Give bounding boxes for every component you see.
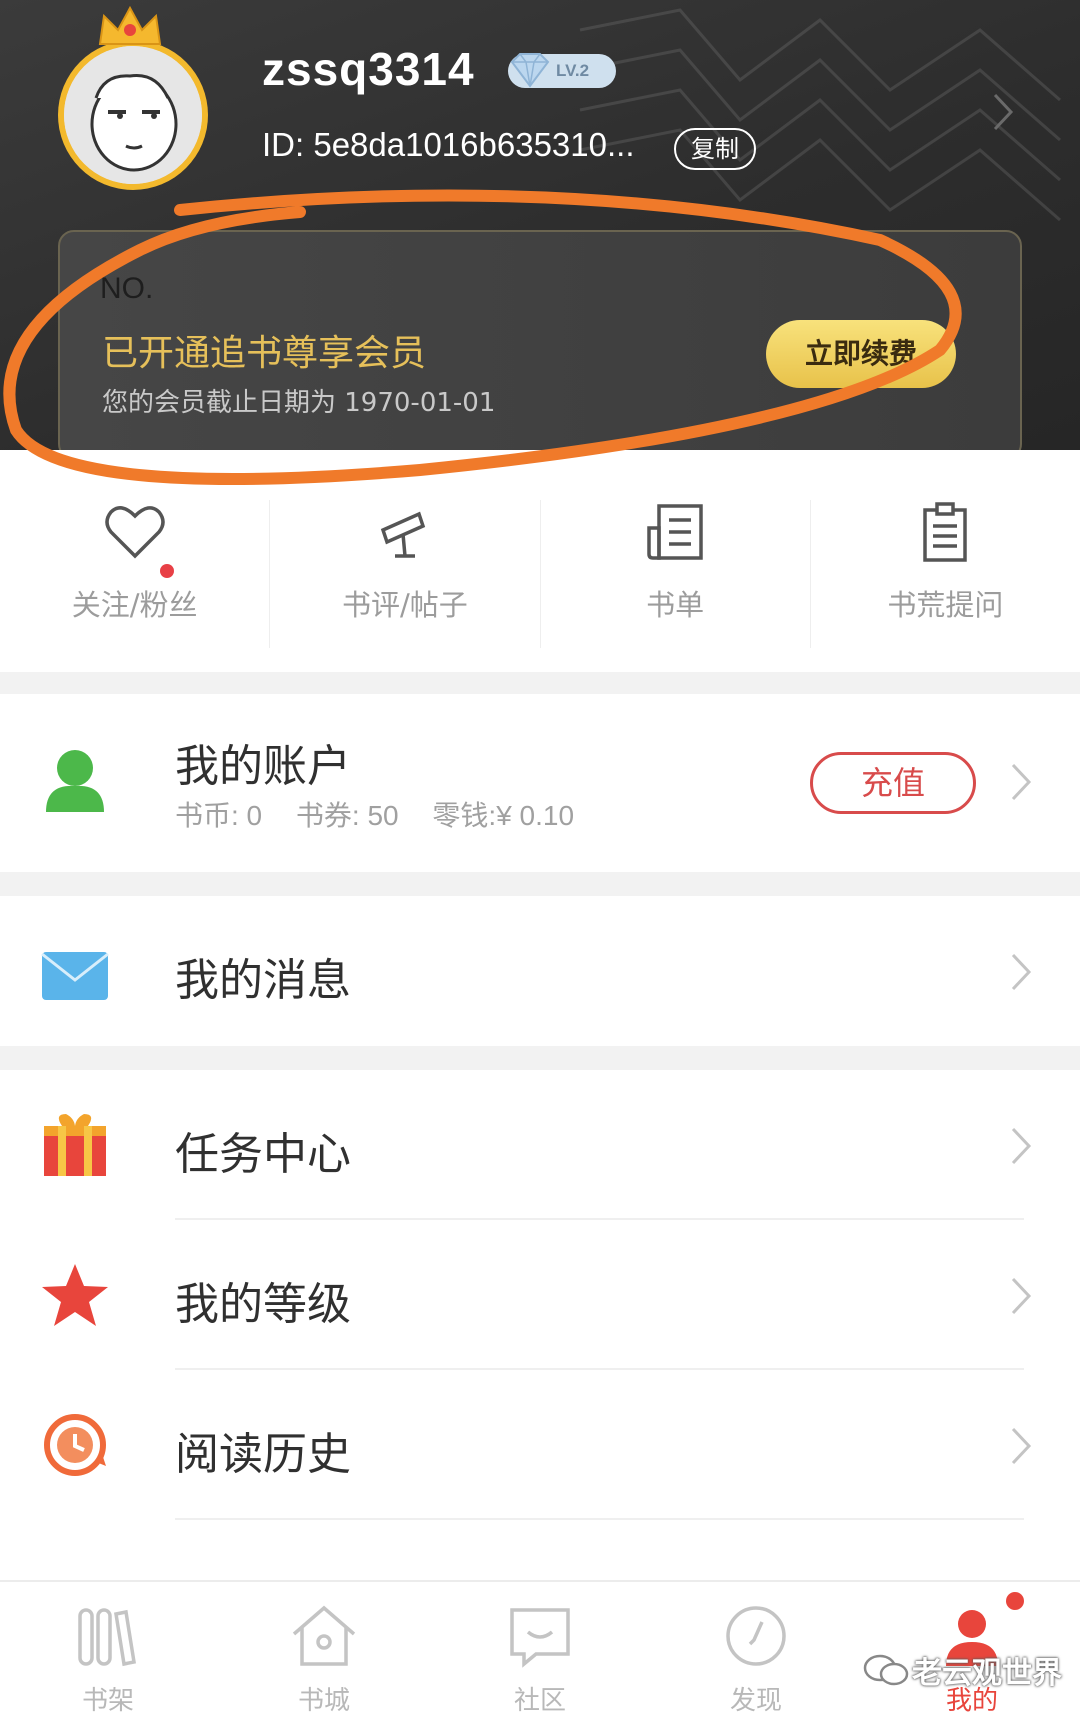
vip-title: 已开通追书尊享会员 [102,333,427,374]
task-center-title: 任务中心 [175,1129,351,1180]
gift-icon [44,1114,106,1176]
coins-balance: 书币: 0 [175,800,263,831]
nav-bookstore[interactable]: 书城 [216,1582,432,1718]
chat-icon [510,1608,570,1668]
nav-label: 书架 [81,1686,134,1716]
recharge-button[interactable]: 充值 [810,752,976,814]
notification-dot [1006,1592,1024,1610]
clipboard-icon [923,502,968,562]
user-account-icon [46,750,104,812]
clock-history-icon [44,1414,106,1476]
wechat-icon [863,1654,909,1686]
vouchers-balance: 书券: 50 [295,800,399,831]
account-title: 我的账户 [175,741,351,792]
account-balances: 书币: 0 书券: 50 零钱:¥ 0.10 [175,794,600,834]
messages-card: 我的消息 [0,896,1080,1046]
chevron-right-icon [1011,1277,1032,1315]
messages-row[interactable]: 我的消息 [0,896,1080,1046]
reading-history-row[interactable]: 阅读历史 [0,1370,1080,1520]
row-divider [175,1518,1024,1520]
compass-icon [726,1606,786,1666]
nav-bookshelf[interactable]: 书架 [0,1582,216,1718]
nav-community[interactable]: 社区 [432,1582,648,1718]
my-level-row[interactable]: 我的等级 [0,1220,1080,1370]
user-id: ID: 5e8da1016b635310... [262,126,635,163]
crown-icon [98,5,162,45]
avatar[interactable] [58,40,208,190]
vip-number-label: NO. [100,272,154,305]
profile-header: zssq3314 LV.2 ID: 5e8da1016b635310... 复制… [0,0,1080,450]
profile-page: zssq3314 LV.2 ID: 5e8da1016b635310... 复制… [0,0,1080,1718]
nav-discover[interactable]: 发现 [648,1582,864,1718]
bookshelf-icon [78,1608,136,1667]
mail-icon [41,952,109,1000]
renew-button[interactable]: 立即续费 [766,320,956,388]
quick-link-reviews-posts[interactable]: 书评/帖子 [270,500,541,648]
chevron-right-icon [1011,953,1032,991]
quick-link-label: 关注/粉丝 [71,588,198,622]
quick-link-book-request[interactable]: 书荒提问 [811,500,1080,648]
nav-label: 社区 [513,1686,566,1716]
chevron-right-icon[interactable] [992,92,1014,132]
chevron-right-icon [1011,1127,1032,1165]
sheep-avatar-icon [64,46,202,184]
quick-link-label: 书单 [646,588,705,622]
quick-link-label: 书评/帖子 [341,588,468,622]
megaphone-icon [380,511,426,558]
chevron-right-icon [1011,1427,1032,1465]
change-balance: 零钱:¥ 0.10 [432,800,575,831]
quick-link-label: 书荒提问 [887,588,1004,622]
reading-history-title: 阅读历史 [175,1429,351,1480]
home-icon [292,1605,356,1666]
quick-link-follow-fans[interactable]: 关注/粉丝 [0,500,271,648]
quick-link-booklist[interactable]: 书单 [541,500,811,648]
username: zssq3314 [262,43,475,95]
watermark-text: 老云观世界 [912,1656,1062,1691]
my-level-title: 我的等级 [175,1279,351,1330]
messages-title: 我的消息 [175,955,351,1006]
quick-links-row: 关注/粉丝 书评/帖子 书单 书荒提问 [0,450,1080,672]
vip-membership-card[interactable]: NO. 已开通追书尊享会员 您的会员截止日期为 1970-01-01 立即续费 [58,230,1022,450]
star-icon [42,1264,108,1326]
vip-expiry-date: 您的会员截止日期为 1970-01-01 [102,388,496,418]
notification-dot [160,564,174,578]
copy-id-button[interactable]: 复制 [674,128,756,170]
booklist-icon [647,504,703,560]
features-card: 任务中心 我的等级 阅读历史 [0,1070,1080,1580]
account-card[interactable]: 我的账户 书币: 0 书券: 50 零钱:¥ 0.10 充值 [0,694,1080,872]
nav-label: 书城 [297,1686,350,1716]
diamond-icon [510,53,550,88]
task-center-row[interactable]: 任务中心 [0,1070,1080,1220]
nav-label: 发现 [729,1686,782,1716]
chevron-right-icon[interactable] [1010,762,1032,802]
heart-icon [104,506,165,559]
